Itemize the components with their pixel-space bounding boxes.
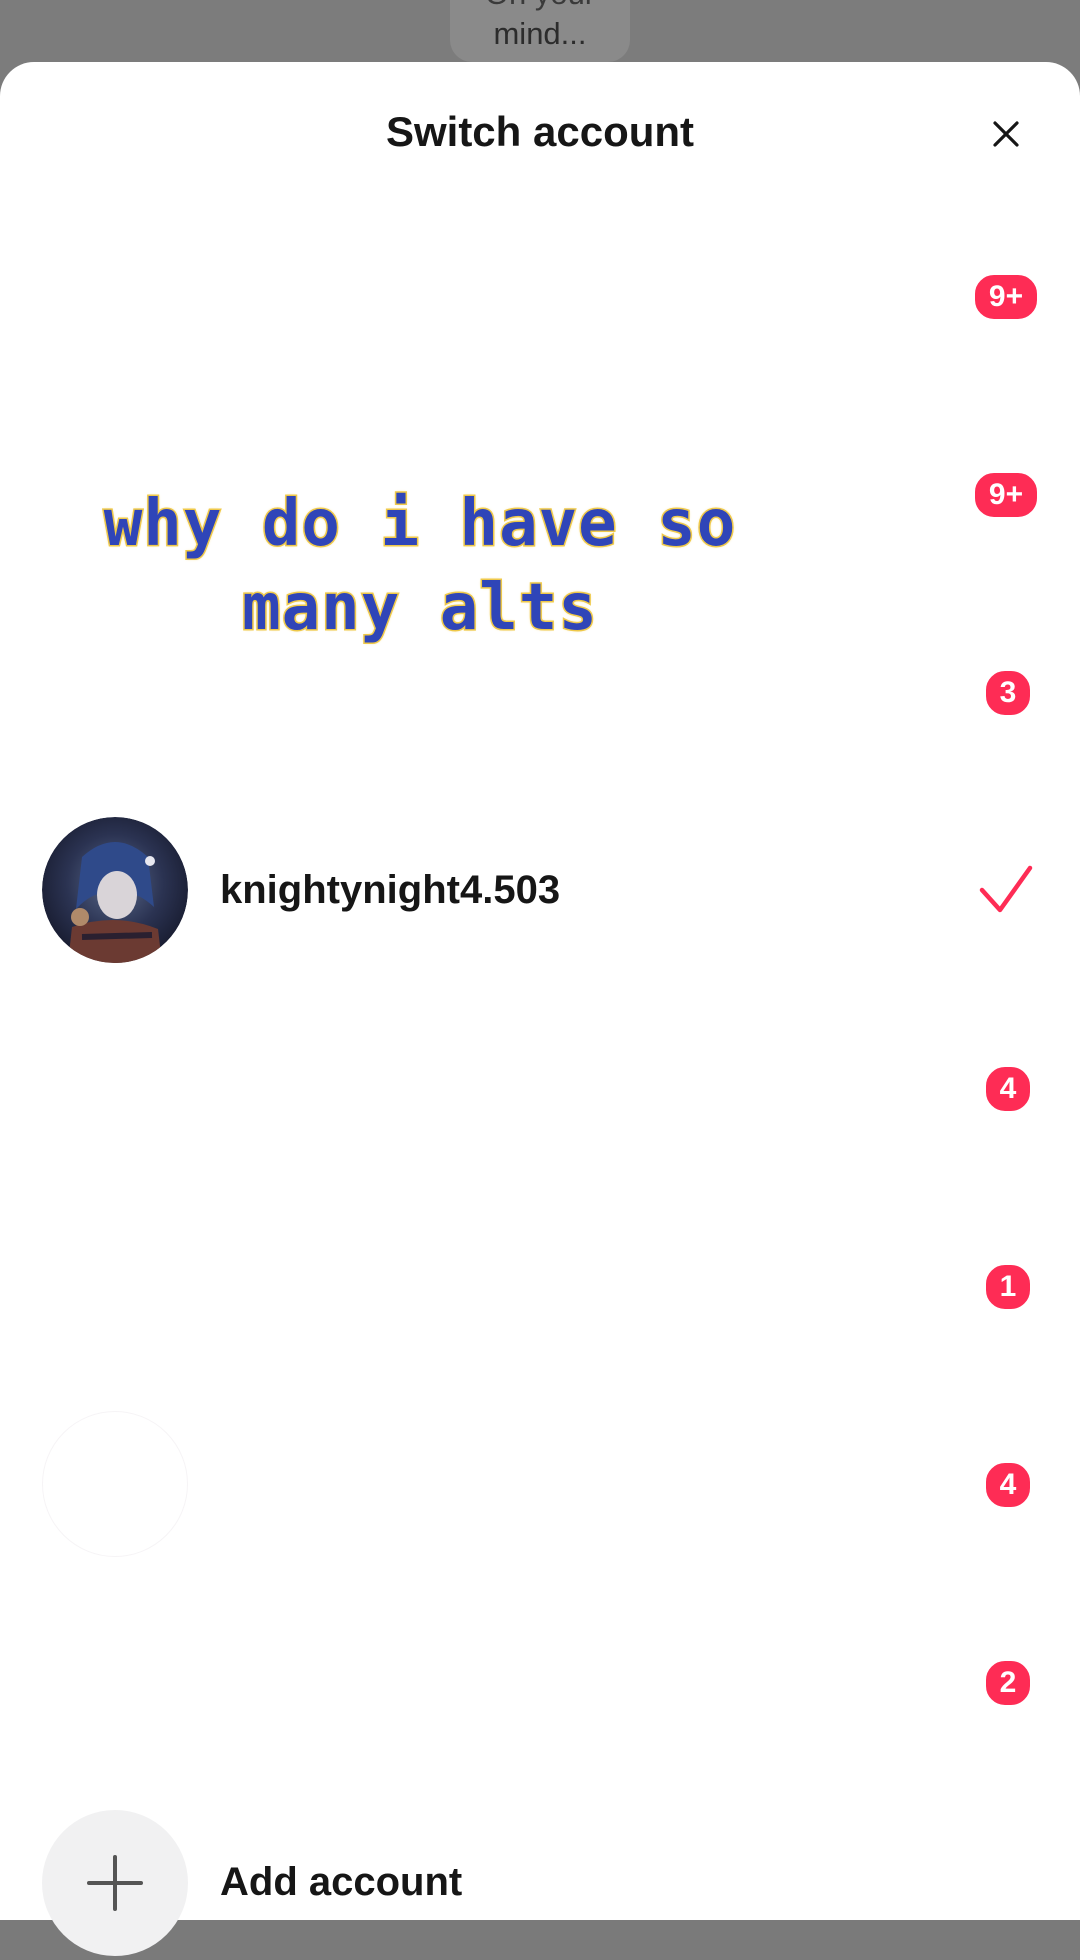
notification-badge: 3 bbox=[983, 668, 1033, 718]
account-row[interactable]: 2 bbox=[0, 1584, 1080, 1782]
account-row-current[interactable]: knightynight4.503 bbox=[0, 792, 1080, 990]
close-button[interactable] bbox=[976, 104, 1036, 164]
account-row[interactable]: 4 bbox=[0, 990, 1080, 1188]
avatar bbox=[42, 817, 188, 963]
notification-badge: 9+ bbox=[972, 470, 1040, 520]
account-row[interactable]: 9+ bbox=[0, 198, 1080, 396]
notification-badge: 4 bbox=[983, 1064, 1033, 1114]
caption-overlay: why do i have so many alts bbox=[102, 486, 737, 647]
account-row[interactable]: 4 bbox=[0, 1386, 1080, 1584]
avatar bbox=[42, 1411, 188, 1557]
notification-badge: 2 bbox=[983, 1658, 1033, 1708]
avatar bbox=[42, 1213, 188, 1359]
account-username: knightynight4.503 bbox=[220, 868, 561, 912]
close-icon bbox=[993, 121, 1019, 147]
bubble-text: mind... bbox=[493, 16, 587, 51]
switch-account-sheet: Switch account 9+ 9+ 3 knightynight4.503… bbox=[0, 62, 1080, 1920]
notification-badge: 1 bbox=[983, 1262, 1033, 1312]
plus-icon bbox=[87, 1855, 143, 1911]
avatar bbox=[42, 1609, 188, 1755]
sheet-title: Switch account bbox=[385, 108, 695, 155]
bubble-partial-text: On your bbox=[450, 0, 630, 14]
background-text-bubble: On your mind... bbox=[450, 0, 630, 62]
account-row[interactable]: 1 bbox=[0, 1188, 1080, 1386]
avatar bbox=[42, 1015, 188, 1161]
checkmark-icon bbox=[979, 865, 1033, 913]
notification-badge: 4 bbox=[983, 1460, 1033, 1510]
add-account-circle bbox=[42, 1810, 188, 1956]
add-account-button[interactable]: Add account bbox=[0, 1810, 1080, 1960]
add-account-label: Add account bbox=[220, 1860, 463, 1904]
avatar bbox=[42, 223, 188, 369]
notification-badge: 9+ bbox=[972, 272, 1040, 322]
